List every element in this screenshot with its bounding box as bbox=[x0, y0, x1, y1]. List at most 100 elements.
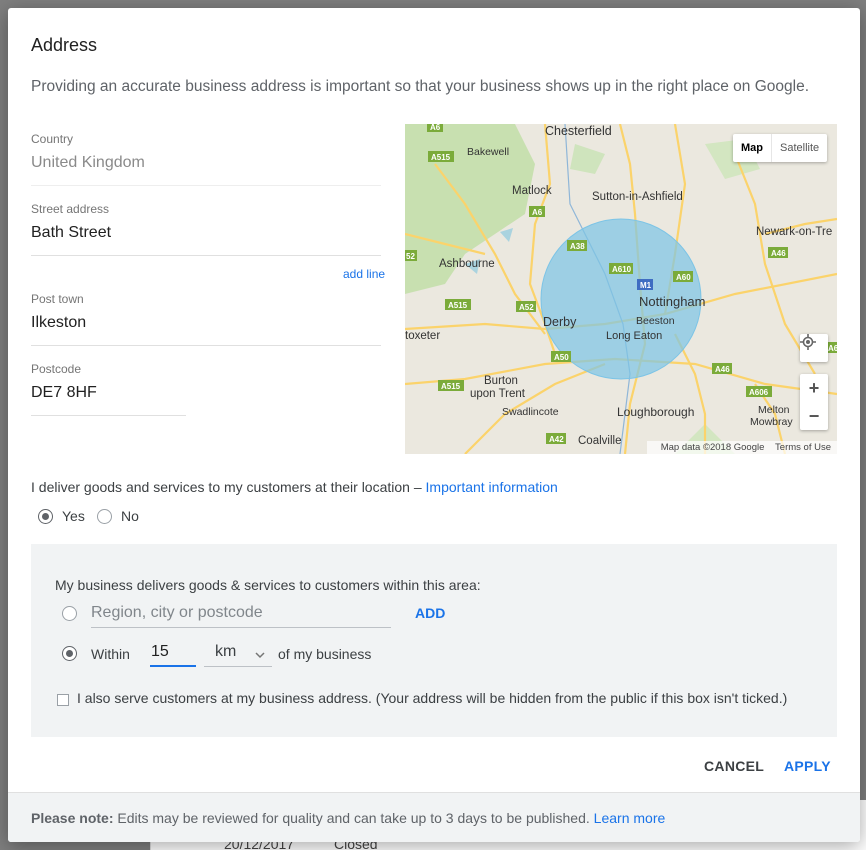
reservoir bbox=[500, 228, 513, 242]
place-derby: Derby bbox=[543, 315, 577, 329]
road-label-a6-top: A6 bbox=[427, 124, 443, 132]
place-melton: Melton bbox=[758, 404, 790, 416]
place-loughborough: Loughborough bbox=[617, 405, 694, 419]
place-uttoxeter: toxeter bbox=[405, 330, 440, 342]
road-label-a46-top: A46 bbox=[768, 247, 788, 258]
learn-more-link[interactable]: Learn more bbox=[594, 810, 666, 826]
add-region-button[interactable]: ADD bbox=[415, 605, 445, 621]
country-value: United Kingdom bbox=[31, 154, 381, 186]
footer-note: Please note: Edits may be reviewed for q… bbox=[31, 810, 665, 826]
park-area bbox=[570, 144, 605, 174]
important-information-link[interactable]: Important information bbox=[426, 479, 558, 495]
country-label: Country bbox=[31, 132, 74, 146]
place-long-eaton: Long Eaton bbox=[606, 330, 662, 342]
map-canvas: A6 A515 A6 A38 A610 M1 A60 A46 52 A515 A… bbox=[405, 124, 837, 454]
serve-at-address-label: I also serve customers at my business ad… bbox=[77, 690, 788, 706]
place-burton: Burton bbox=[484, 375, 518, 387]
place-swadlincote: Swadlincote bbox=[502, 406, 559, 418]
svg-text:A42: A42 bbox=[549, 435, 564, 444]
crosshair-icon bbox=[800, 334, 816, 350]
svg-text:A60: A60 bbox=[676, 273, 691, 282]
unit-select[interactable]: km bbox=[204, 643, 272, 667]
map-type-toggle: Map Satellite bbox=[733, 134, 828, 162]
road-label-a52: A52 bbox=[516, 301, 536, 312]
svg-text:A50: A50 bbox=[554, 353, 569, 362]
road-label-a50: A50 bbox=[551, 351, 571, 362]
road-label-a6-mid: A6 bbox=[529, 206, 545, 217]
map-type-satellite-button[interactable]: Satellite bbox=[772, 134, 827, 162]
cancel-button[interactable]: CANCEL bbox=[704, 758, 764, 774]
deliver-question-text: I deliver goods and services to my custo… bbox=[31, 479, 422, 495]
postcode-field[interactable]: Postcode DE7 8HF bbox=[31, 362, 186, 416]
place-sutton-in-ashfield: Sutton-in-Ashfield bbox=[592, 191, 683, 203]
svg-text:A38: A38 bbox=[570, 242, 585, 251]
street-address-label: Street address bbox=[31, 202, 110, 216]
region-input[interactable]: Region, city or postcode bbox=[91, 602, 391, 628]
deliver-question: I deliver goods and services to my custo… bbox=[31, 479, 558, 495]
svg-text:A46: A46 bbox=[771, 249, 786, 258]
map-data-credit: Map data ©2018 Google bbox=[660, 442, 765, 453]
map-view[interactable]: A6 A515 A6 A38 A610 M1 A60 A46 52 A515 A… bbox=[405, 124, 837, 454]
svg-text:A515: A515 bbox=[448, 301, 468, 310]
svg-text:52: 52 bbox=[406, 252, 415, 261]
place-newark: Newark-on-Tre bbox=[756, 226, 832, 238]
road-label-a42: A42 bbox=[546, 433, 566, 444]
place-mowbray: Mowbray bbox=[750, 416, 793, 428]
place-matlock: Matlock bbox=[512, 185, 552, 197]
within-radio[interactable] bbox=[62, 646, 77, 661]
chevron-down-icon bbox=[255, 652, 265, 659]
footer-note-text: Edits may be reviewed for quality and ca… bbox=[117, 810, 590, 826]
radio-yes-indicator[interactable] bbox=[38, 508, 53, 524]
postcode-input[interactable]: DE7 8HF bbox=[31, 384, 186, 416]
place-coalville: Coalville bbox=[578, 435, 621, 447]
serve-at-address-checkbox[interactable] bbox=[57, 694, 69, 706]
service-area-title: My business delivers goods & services to… bbox=[55, 577, 481, 593]
svg-text:A6: A6 bbox=[828, 344, 837, 353]
service-area-panel: My business delivers goods & services to… bbox=[31, 544, 837, 737]
road-label-a606: A606 bbox=[746, 386, 772, 397]
apply-button[interactable]: APPLY bbox=[784, 758, 831, 774]
zoom-out-button[interactable]: − bbox=[809, 402, 820, 430]
region-radio[interactable] bbox=[62, 606, 77, 621]
zoom-controls: + − bbox=[800, 374, 828, 430]
road-label-a52-left: 52 bbox=[405, 250, 417, 261]
road-label-a515-bot: A515 bbox=[438, 380, 464, 391]
dialog-intro: Providing an accurate business address i… bbox=[31, 78, 810, 95]
address-dialog: Address Providing an accurate business a… bbox=[8, 8, 860, 842]
place-bakewell: Bakewell bbox=[467, 146, 509, 158]
street-address-input[interactable]: Bath Street bbox=[31, 224, 381, 256]
svg-text:M1: M1 bbox=[640, 281, 652, 290]
road-label-a515-mid: A515 bbox=[445, 299, 471, 310]
radio-no[interactable]: No bbox=[97, 508, 139, 524]
post-town-input[interactable]: Ilkeston bbox=[31, 314, 381, 346]
post-town-field[interactable]: Post town Ilkeston bbox=[31, 292, 381, 346]
svg-text:A515: A515 bbox=[441, 382, 461, 391]
map-type-map-button[interactable]: Map bbox=[733, 134, 772, 162]
place-upon-trent: upon Trent bbox=[470, 388, 526, 400]
svg-text:A52: A52 bbox=[519, 303, 534, 312]
footer-note-bold: Please note: bbox=[31, 810, 114, 826]
my-location-button[interactable] bbox=[800, 334, 828, 362]
map-attribution: Map data ©2018 Google Terms of Use bbox=[646, 441, 837, 454]
road-label-a515-top: A515 bbox=[428, 151, 454, 162]
within-label: Within bbox=[91, 646, 130, 662]
radio-yes[interactable]: Yes bbox=[38, 508, 85, 524]
unit-select-value: km bbox=[215, 643, 237, 660]
street-address-field[interactable]: Street address Bath Street bbox=[31, 202, 381, 256]
country-field: Country United Kingdom bbox=[31, 132, 381, 186]
terms-of-use-link[interactable]: Terms of Use bbox=[775, 442, 831, 453]
svg-text:A515: A515 bbox=[431, 153, 451, 162]
zoom-in-button[interactable]: + bbox=[809, 374, 820, 402]
distance-input[interactable]: 15 bbox=[150, 643, 196, 667]
add-line-link[interactable]: add line bbox=[343, 267, 385, 281]
svg-text:A610: A610 bbox=[612, 265, 632, 274]
postcode-label: Postcode bbox=[31, 362, 82, 376]
place-beeston: Beeston bbox=[636, 315, 675, 327]
radio-no-label: No bbox=[121, 508, 139, 524]
radio-no-indicator[interactable] bbox=[97, 508, 112, 524]
dialog-footer: Please note: Edits may be reviewed for q… bbox=[8, 792, 860, 842]
road-label-a38: A38 bbox=[567, 240, 587, 251]
svg-text:A606: A606 bbox=[749, 388, 769, 397]
place-chesterfield: Chesterfield bbox=[545, 124, 612, 138]
post-town-label: Post town bbox=[31, 292, 84, 306]
